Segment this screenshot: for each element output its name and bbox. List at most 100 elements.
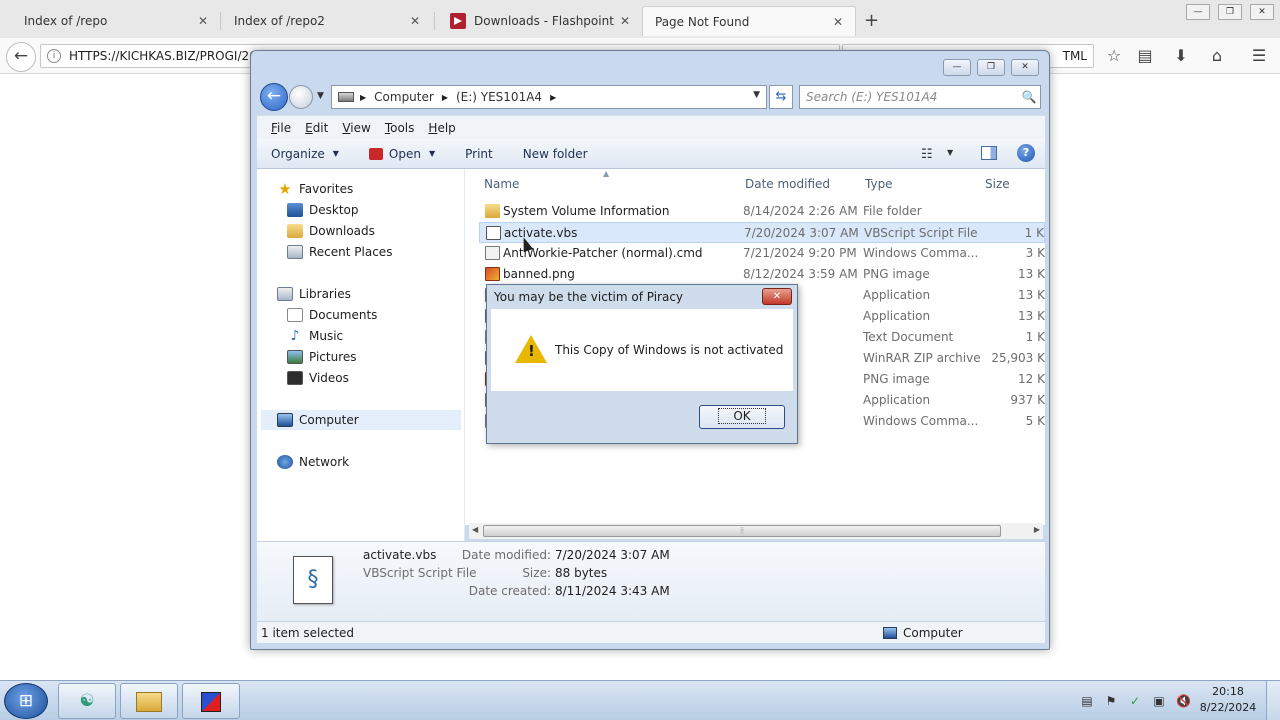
nav-item-music[interactable]: ♪ Music — [287, 326, 344, 346]
dialog-message: This Copy of Windows is not activated — [555, 343, 784, 357]
explorer-close-button[interactable]: ✕ — [1011, 59, 1039, 76]
status-location-label: Computer — [903, 626, 963, 640]
tab-close-icon[interactable]: ✕ — [408, 14, 422, 28]
nav-item-favorites[interactable]: ★ Favorites — [277, 179, 353, 199]
help-icon[interactable]: ? — [1017, 144, 1035, 162]
refresh-icon[interactable]: ⇆ — [769, 85, 793, 109]
browser-minimize-button[interactable]: — — [1186, 4, 1210, 20]
start-button[interactable]: ⊞ — [4, 683, 48, 719]
tab-title: Downloads - Flashpoint Arc — [474, 14, 618, 28]
explorer-search-input[interactable]: Search (E:) YES101A4 🔍 — [799, 85, 1041, 109]
tray-volume-muted-icon[interactable]: 🔇 — [1176, 694, 1191, 708]
breadcrumb-arrow-icon[interactable]: ▶ — [550, 93, 556, 102]
nav-item-desktop[interactable]: Desktop — [287, 200, 359, 220]
site-info-icon[interactable]: i — [47, 49, 61, 63]
explorer-address-bar[interactable]: ▶ Computer ▶ (E:) YES101A4 ▶ ▼ — [331, 85, 767, 109]
menu-help[interactable]: Help — [428, 121, 455, 135]
bookmark-star-icon[interactable]: ☆ — [1103, 46, 1125, 68]
search-icon[interactable]: 🔍 — [1018, 90, 1040, 104]
menu-tools[interactable]: Tools — [385, 121, 415, 135]
tab-page-not-found[interactable]: Page Not Found ✕ — [642, 6, 856, 36]
tab-close-icon[interactable]: ✕ — [618, 14, 632, 28]
change-view-icon[interactable]: ☷ — [921, 147, 933, 162]
taskbar-app-installer[interactable] — [182, 683, 240, 719]
tray-display-icon[interactable]: ▣ — [1152, 694, 1166, 708]
menu-icon[interactable]: ☰ — [1248, 46, 1270, 68]
clock-time[interactable]: 20:18 — [1196, 685, 1260, 698]
show-desktop-button[interactable] — [1266, 681, 1280, 720]
nav-item-recent-places[interactable]: Recent Places — [287, 242, 392, 262]
taskbar-app-browser[interactable]: ☯ — [58, 683, 116, 719]
explorer-forward-button[interactable] — [289, 85, 313, 109]
explorer-maximize-button[interactable]: ❐ — [977, 59, 1005, 76]
breadcrumb-arrow-icon[interactable]: ▶ — [360, 93, 366, 102]
new-tab-button[interactable]: + — [864, 10, 879, 31]
nav-item-downloads[interactable]: Downloads — [287, 221, 375, 241]
nav-item-pictures[interactable]: Pictures — [287, 347, 357, 367]
preview-pane-icon[interactable] — [981, 146, 997, 160]
file-name: banned.png — [503, 267, 575, 281]
nav-item-network[interactable]: Network — [277, 452, 349, 472]
clock-date[interactable]: 8/22/2024 — [1196, 701, 1260, 714]
ok-button[interactable]: OK — [699, 405, 785, 429]
tray-notes-icon[interactable]: ▤ — [1080, 694, 1094, 708]
column-header-size[interactable]: Size — [985, 177, 1010, 191]
libraries-icon — [277, 287, 293, 301]
url-text[interactable]: HTTPS://KICHKAS.BIZ/PROGI/263 — [69, 49, 264, 63]
history-dropdown-icon[interactable]: ▼ — [317, 91, 324, 101]
home-icon[interactable]: ⌂ — [1206, 46, 1228, 68]
breadcrumb-arrow-icon[interactable]: ▶ — [442, 93, 448, 102]
tab-downloads-flashpoint[interactable]: Downloads - Flashpoint Arc ✕ — [442, 6, 642, 36]
file-row[interactable]: AntiWorkie-Patcher (normal).cmd 7/21/2024… — [479, 243, 1045, 264]
download-icon[interactable]: ⬇ — [1170, 46, 1192, 68]
explorer-menu-bar: File Edit View Tools Help — [257, 115, 1045, 139]
file-row[interactable]: banned.png 8/12/2024 3:59 AM PNG image 13 K — [479, 264, 1045, 285]
file-date-modified: 8/12/2024 3:59 AM — [743, 267, 858, 281]
print-button[interactable]: Print — [465, 147, 493, 161]
breadcrumb-drive[interactable]: (E:) YES101A4 — [456, 90, 542, 104]
browser-close-button[interactable]: ✕ — [1250, 4, 1274, 20]
chevron-down-icon: ▼ — [428, 149, 436, 158]
taskbar-app-explorer[interactable] — [120, 683, 178, 719]
vbs-file-icon: § — [293, 556, 333, 604]
tab-index-repo[interactable]: Index of /repo ✕ — [0, 6, 220, 36]
column-header-date[interactable]: Date modified — [745, 177, 830, 191]
address-dropdown-icon[interactable]: ▼ — [753, 90, 760, 100]
scrollbar-thumb[interactable]: ⦙⦙ — [483, 525, 1001, 537]
file-size: 13 K — [1018, 288, 1045, 302]
nav-item-documents[interactable]: Documents — [287, 305, 377, 325]
column-header-name[interactable]: Name — [484, 177, 519, 191]
browser-back-button[interactable]: ← — [6, 42, 36, 72]
explorer-back-button[interactable]: ← — [260, 83, 288, 111]
explorer-minimize-button[interactable]: — — [943, 59, 971, 76]
scroll-right-icon[interactable]: ▶ — [1034, 525, 1040, 534]
browser-restore-button[interactable]: ❐ — [1218, 4, 1242, 20]
nav-label: Libraries — [299, 287, 351, 301]
open-button[interactable]: Open ▼ — [368, 147, 436, 161]
file-size: 13 K — [1018, 267, 1045, 281]
column-header-type[interactable]: Type — [865, 177, 893, 191]
horizontal-scrollbar[interactable]: ◀ ⦙⦙ ▶ — [469, 523, 1043, 539]
tab-close-icon[interactable]: ✕ — [196, 14, 210, 28]
tab-index-repo2[interactable]: Index of /repo2 ✕ — [210, 6, 432, 36]
menu-edit[interactable]: Edit — [305, 121, 328, 135]
organize-button[interactable]: Organize ▼ — [271, 147, 339, 161]
nav-item-computer[interactable]: Computer — [261, 410, 461, 430]
file-row[interactable]: activate.vbs 7/20/2024 3:07 AM VBScript Sc… — [479, 222, 1045, 243]
breadcrumb-computer[interactable]: Computer — [374, 90, 434, 104]
file-type: Text Document — [863, 330, 954, 344]
nav-item-videos[interactable]: Videos — [287, 368, 349, 388]
reading-list-icon[interactable]: ▤ — [1134, 46, 1156, 68]
menu-file[interactable]: File — [271, 121, 291, 135]
dialog-close-button[interactable]: ✕ — [762, 288, 792, 305]
tab-close-icon[interactable]: ✕ — [831, 15, 845, 29]
tray-flag-icon[interactable]: ⚑ — [1104, 694, 1118, 708]
nav-item-libraries[interactable]: Libraries — [277, 284, 351, 304]
menu-view[interactable]: View — [342, 121, 370, 135]
file-type: Application — [863, 393, 931, 407]
file-row[interactable]: System Volume Information 8/14/2024 2:26 … — [479, 201, 1045, 222]
chevron-down-icon[interactable]: ▼ — [947, 148, 953, 157]
new-folder-button[interactable]: New folder — [523, 147, 588, 161]
scroll-left-icon[interactable]: ◀ — [472, 525, 478, 534]
tray-security-icon[interactable]: ✓ — [1128, 694, 1142, 708]
